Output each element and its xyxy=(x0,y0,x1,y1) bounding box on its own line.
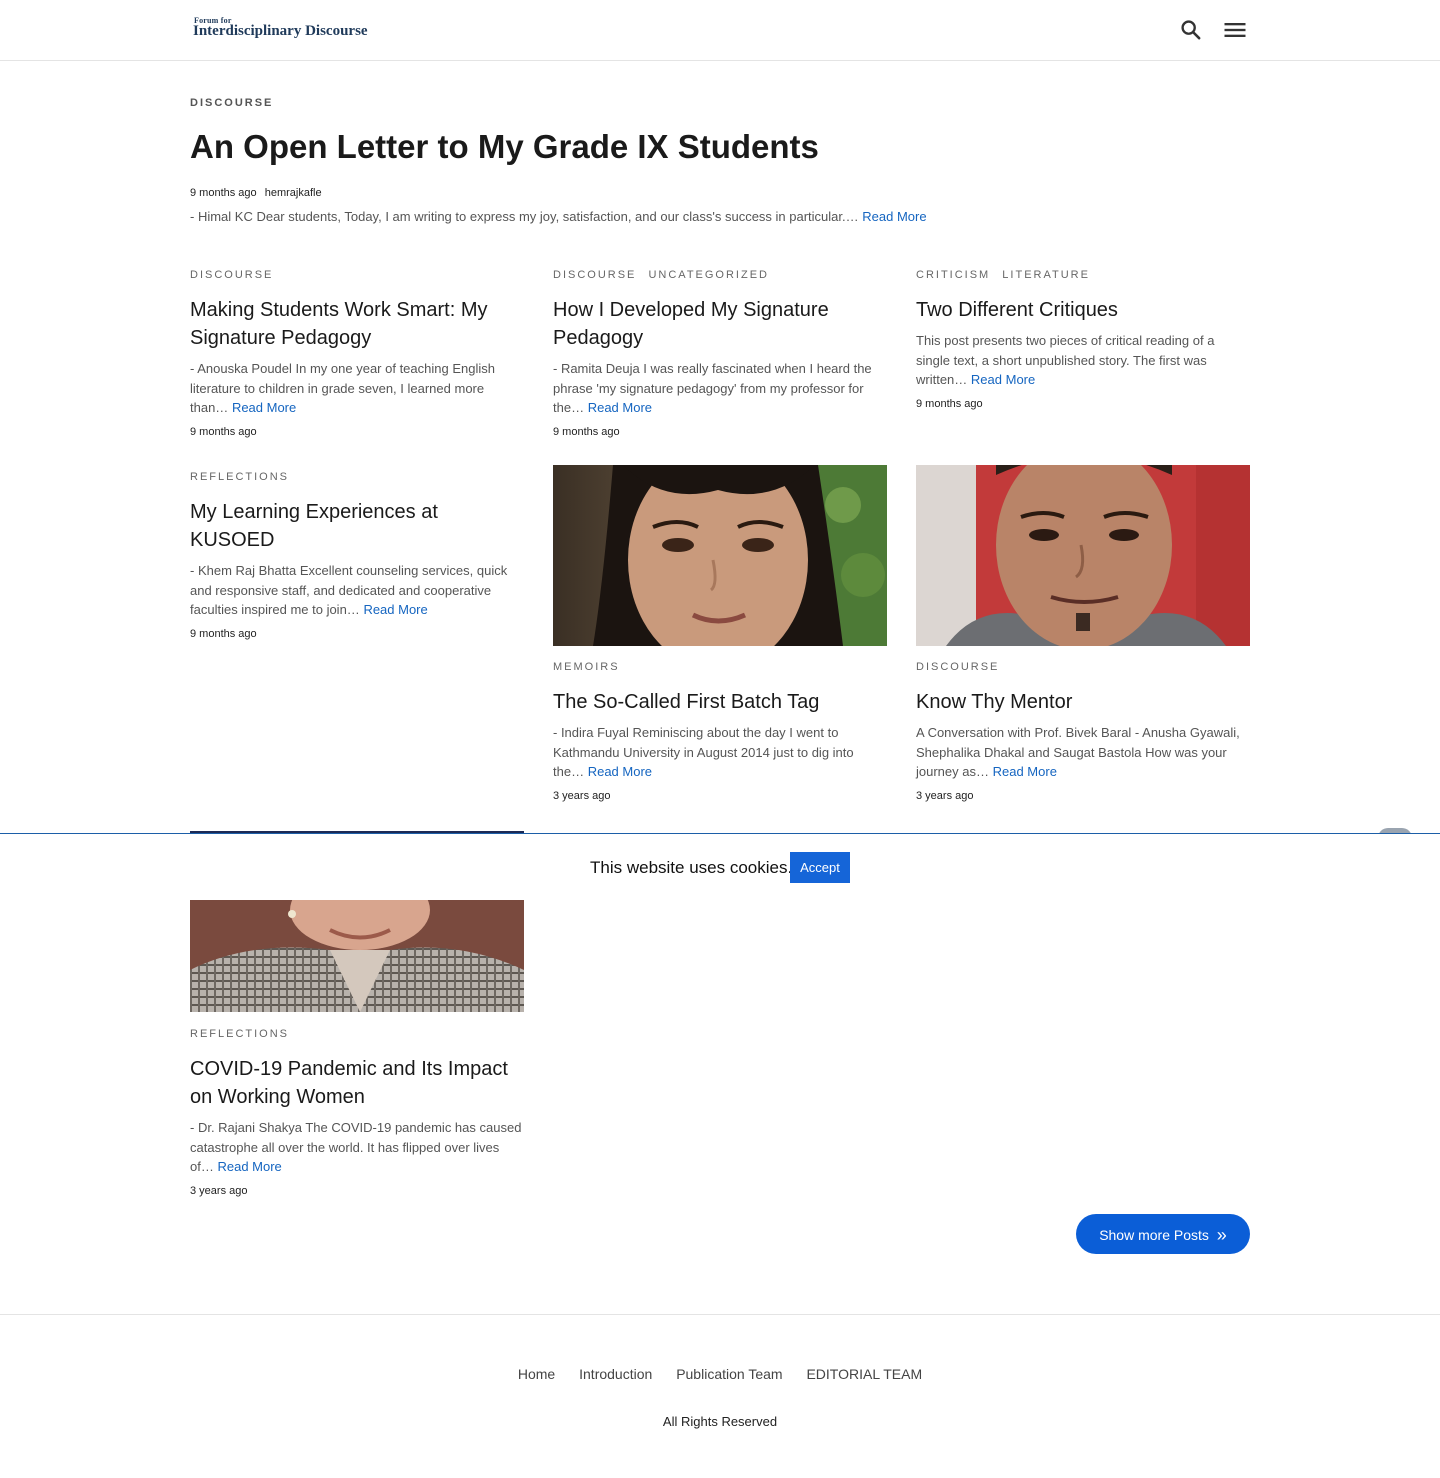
footer-link-publication-team[interactable]: Publication Team xyxy=(676,1366,782,1382)
post-card: CRITICISM LITERATURE Two Different Criti… xyxy=(916,269,1250,410)
post-excerpt-text: - Khem Raj Bhatta Excellent counseling s… xyxy=(190,563,508,617)
post-date: 3 years ago xyxy=(190,1184,248,1197)
footer-link-introduction[interactable]: Introduction xyxy=(579,1366,652,1382)
post-card: MEMOIRS The So-Called First Batch Tag - … xyxy=(553,465,887,802)
cookie-accept-button[interactable]: Accept xyxy=(790,852,850,883)
post-category[interactable]: REFLECTIONS xyxy=(190,471,289,483)
featured-category-row: DISCOURSE xyxy=(190,97,280,109)
read-more-link[interactable]: Read More xyxy=(363,602,427,617)
copyright-text: All Rights Reserved xyxy=(662,1414,778,1429)
double-chevron-right-icon: » xyxy=(1216,1224,1227,1245)
featured-meta: 9 months ago hemrajkafle xyxy=(190,187,327,199)
show-more-posts-button[interactable]: Show more Posts » xyxy=(1076,1214,1250,1254)
post-category[interactable]: CRITICISM xyxy=(916,269,990,281)
site-header: Forum for Interdisciplinary Discourse xyxy=(0,0,1440,61)
portrait-man-image xyxy=(916,465,1250,646)
footer-link-editorial-team[interactable]: EDITORIAL TEAM xyxy=(806,1366,922,1382)
menu-button[interactable] xyxy=(1221,16,1249,44)
post-thumbnail[interactable] xyxy=(916,465,1250,646)
portrait-woman-image xyxy=(553,465,887,646)
post-date: 9 months ago xyxy=(553,425,620,438)
post-excerpt: A Conversation with Prof. Bivek Baral - … xyxy=(916,723,1250,782)
site-logo[interactable]: Forum for Interdisciplinary Discourse xyxy=(193,16,383,44)
post-category-row: REFLECTIONS xyxy=(190,471,524,483)
read-more-link[interactable]: Read More xyxy=(217,1159,281,1174)
post-date: 3 years ago xyxy=(916,789,974,802)
post-category-row: CRITICISM LITERATURE xyxy=(916,269,1250,281)
read-more-link[interactable]: Read More xyxy=(993,764,1057,779)
post-excerpt-text: A Conversation with Prof. Bivek Baral - … xyxy=(916,725,1240,779)
post-thumbnail[interactable] xyxy=(553,465,887,646)
featured-read-more-link[interactable]: Read More xyxy=(862,209,926,224)
post-category-row: DISCOURSE xyxy=(190,269,524,281)
featured-time: 9 months ago xyxy=(190,187,257,199)
search-icon xyxy=(1181,20,1201,40)
post-excerpt: - Indira Fuyal Reminiscing about the day… xyxy=(553,723,887,782)
logo-title: Interdisciplinary Discourse xyxy=(193,23,368,39)
post-category[interactable]: MEMOIRS xyxy=(553,661,620,673)
post-card: DISCOURSE Making Students Work Smart: My… xyxy=(190,269,524,438)
post-excerpt: - Khem Raj Bhatta Excellent counseling s… xyxy=(190,561,524,620)
post-card: REFLECTIONS My Learning Experiences at K… xyxy=(190,471,524,640)
portrait-woman-blazer-image xyxy=(190,900,524,1012)
read-more-link[interactable]: Read More xyxy=(971,372,1035,387)
post-category[interactable]: REFLECTIONS xyxy=(190,1028,289,1040)
post-title[interactable]: Two Different Critiques xyxy=(916,296,1250,324)
post-card: DISCOURSE UNCATEGORIZED How I Developed … xyxy=(553,269,887,438)
post-date: 9 months ago xyxy=(190,627,257,640)
read-more-link[interactable]: Read More xyxy=(232,400,296,415)
site-footer: Home Introduction Publication Team EDITO… xyxy=(0,1314,1440,1478)
post-card: DISCOURSE Know Thy Mentor A Conversation… xyxy=(916,465,1250,802)
post-category-row: MEMOIRS xyxy=(553,661,887,673)
read-more-link[interactable]: Read More xyxy=(588,764,652,779)
featured-excerpt-text: - Himal KC Dear students, Today, I am wr… xyxy=(190,209,859,224)
featured-excerpt: - Himal KC Dear students, Today, I am wr… xyxy=(190,209,927,224)
post-excerpt: - Dr. Rajani Shakya The COVID-19 pandemi… xyxy=(190,1118,524,1177)
post-excerpt: - Ramita Deuja I was really fascinated w… xyxy=(553,359,887,418)
search-button[interactable] xyxy=(1177,16,1205,44)
post-category[interactable]: LITERATURE xyxy=(1002,269,1090,281)
footer-nav: Home Introduction Publication Team EDITO… xyxy=(0,1366,1440,1382)
post-card: REFLECTIONS COVID-19 Pandemic and Its Im… xyxy=(190,1028,524,1197)
post-excerpt: - Anouska Poudel In my one year of teach… xyxy=(190,359,524,418)
cookie-banner: This website uses cookies. Accept xyxy=(0,833,1440,900)
post-category[interactable]: UNCATEGORIZED xyxy=(648,269,769,281)
post-excerpt-text: This post presents two pieces of critica… xyxy=(916,333,1215,387)
post-thumbnail[interactable] xyxy=(190,900,524,1012)
post-category-row: DISCOURSE UNCATEGORIZED xyxy=(553,269,887,281)
show-more-label: Show more Posts xyxy=(1099,1226,1209,1243)
post-category[interactable]: DISCOURSE xyxy=(553,269,636,281)
cookie-message: This website uses cookies. xyxy=(590,858,793,877)
post-category-row: REFLECTIONS xyxy=(190,1028,524,1040)
post-title[interactable]: COVID-19 Pandemic and Its Impact on Work… xyxy=(190,1055,524,1111)
post-date: 3 years ago xyxy=(553,789,611,802)
post-date: 9 months ago xyxy=(190,425,257,438)
post-title[interactable]: The So-Called First Batch Tag xyxy=(553,688,887,716)
post-title[interactable]: How I Developed My Signature Pedagogy xyxy=(553,296,887,352)
featured-category[interactable]: DISCOURSE xyxy=(190,97,273,109)
post-title[interactable]: Know Thy Mentor xyxy=(916,688,1250,716)
featured-author[interactable]: hemrajkafle xyxy=(265,187,322,199)
post-category[interactable]: DISCOURSE xyxy=(916,661,999,673)
post-category-row: DISCOURSE xyxy=(916,661,1250,673)
post-category[interactable]: DISCOURSE xyxy=(190,269,273,281)
read-more-link[interactable]: Read More xyxy=(588,400,652,415)
post-excerpt: This post presents two pieces of critica… xyxy=(916,331,1250,390)
post-date: 9 months ago xyxy=(916,397,983,410)
post-title[interactable]: Making Students Work Smart: My Signature… xyxy=(190,296,524,352)
post-title[interactable]: My Learning Experiences at KUSOED xyxy=(190,498,524,554)
hamburger-menu-icon xyxy=(1224,23,1246,37)
featured-title[interactable]: An Open Letter to My Grade IX Students xyxy=(190,128,819,166)
footer-link-home[interactable]: Home xyxy=(518,1366,555,1382)
